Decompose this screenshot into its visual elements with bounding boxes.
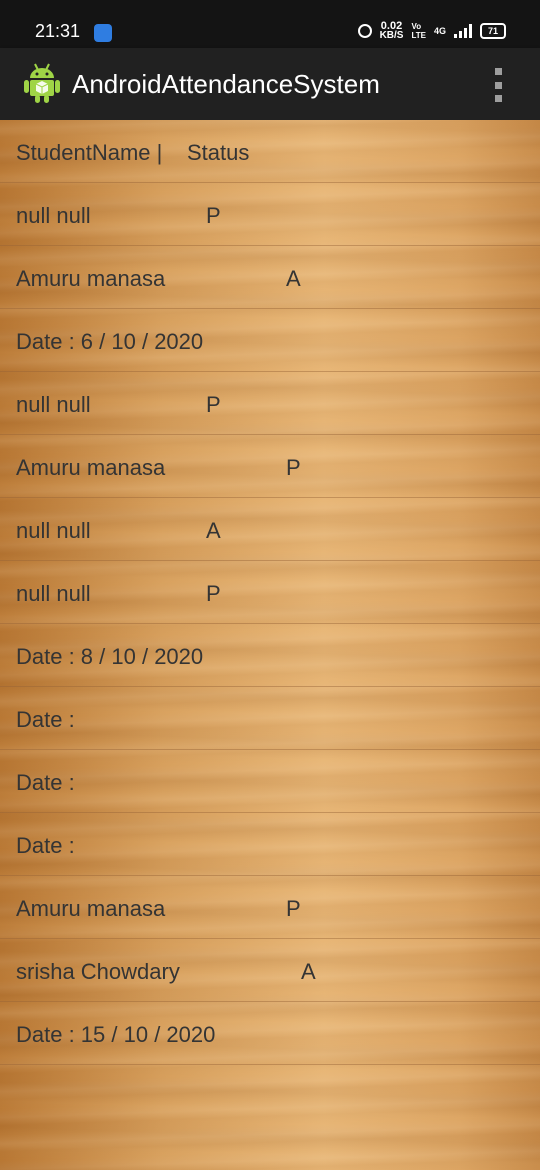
list-item[interactable]: null null A xyxy=(0,498,540,561)
network-type: 4G xyxy=(433,26,446,36)
list-item[interactable]: null null P xyxy=(0,561,540,624)
signal-strength-icon xyxy=(454,24,472,38)
network-speed: 0.02 KB/S xyxy=(379,21,404,41)
list-item[interactable]: Amuru manasa A xyxy=(0,246,540,309)
list-item[interactable]: Date : xyxy=(0,687,540,750)
app-title: AndroidAttendanceSystem xyxy=(72,69,380,99)
list-item[interactable]: Date : xyxy=(0,813,540,876)
list-item[interactable]: Date : xyxy=(0,750,540,813)
student-name: Amuru manasa xyxy=(16,896,166,921)
attendance-status: P xyxy=(206,203,221,228)
student-name: null null xyxy=(16,203,91,228)
attendance-status: A xyxy=(206,518,221,543)
notification-app-icon xyxy=(94,24,112,42)
android-logo-icon xyxy=(24,63,60,103)
volte-bottom-label: LTE xyxy=(411,31,426,40)
list-item[interactable]: Date : 6 / 10 / 2020 xyxy=(0,309,540,372)
date-label: Date : 15 / 10 / 2020 xyxy=(16,1022,216,1047)
battery-icon: 71 xyxy=(480,23,506,39)
volte-top-label: Vo xyxy=(411,22,422,31)
attendance-status: P xyxy=(286,455,301,480)
attendance-status: A xyxy=(301,959,316,984)
attendance-status: P xyxy=(206,392,221,417)
alarm-icon xyxy=(357,24,372,38)
attendance-status: P xyxy=(286,896,301,921)
attendance-status: A xyxy=(286,266,301,291)
list-item[interactable]: Amuru manasa P xyxy=(0,435,540,498)
header-student-name: StudentName | xyxy=(16,140,163,165)
header-status: Status xyxy=(187,140,250,165)
date-label: Date : 6 / 10 / 2020 xyxy=(16,329,204,354)
app-bar: AndroidAttendanceSystem xyxy=(0,48,540,120)
attendance-list[interactable]: StudentName | Status null null P Amuru m… xyxy=(0,120,540,1170)
list-item[interactable]: Date : 8 / 10 / 2020 xyxy=(0,624,540,687)
volte-icon: Vo LTE xyxy=(411,22,426,40)
date-label: Date : 8 / 10 / 2020 xyxy=(16,644,204,669)
attendance-status: P xyxy=(206,581,221,606)
student-name: null null xyxy=(16,581,91,606)
list-header: StudentName | Status xyxy=(0,120,540,183)
list-item[interactable]: srisha Chowdary A xyxy=(0,939,540,1002)
status-bar: 21:31 0.02 KB/S Vo LTE 4G 71 xyxy=(0,0,540,48)
status-time: 21:31 xyxy=(35,21,81,41)
student-name: srisha Chowdary xyxy=(16,959,180,984)
date-label: Date : xyxy=(16,707,75,732)
list-item[interactable]: Date : 15 / 10 / 2020 xyxy=(0,1002,540,1065)
date-label: Date : xyxy=(16,770,75,795)
date-label: Date : xyxy=(16,833,75,858)
student-name: null null xyxy=(16,518,91,543)
student-name: null null xyxy=(16,392,91,417)
student-name: Amuru manasa xyxy=(16,266,166,291)
overflow-menu-icon[interactable] xyxy=(492,68,504,102)
list-item[interactable]: null null P xyxy=(0,183,540,246)
network-speed-unit: KB/S xyxy=(379,30,404,41)
student-name: Amuru manasa xyxy=(16,455,166,480)
list-item[interactable]: Amuru manasa P xyxy=(0,876,540,939)
status-indicators: 0.02 KB/S Vo LTE 4G 71 xyxy=(357,21,506,41)
list-item[interactable]: null null P xyxy=(0,372,540,435)
